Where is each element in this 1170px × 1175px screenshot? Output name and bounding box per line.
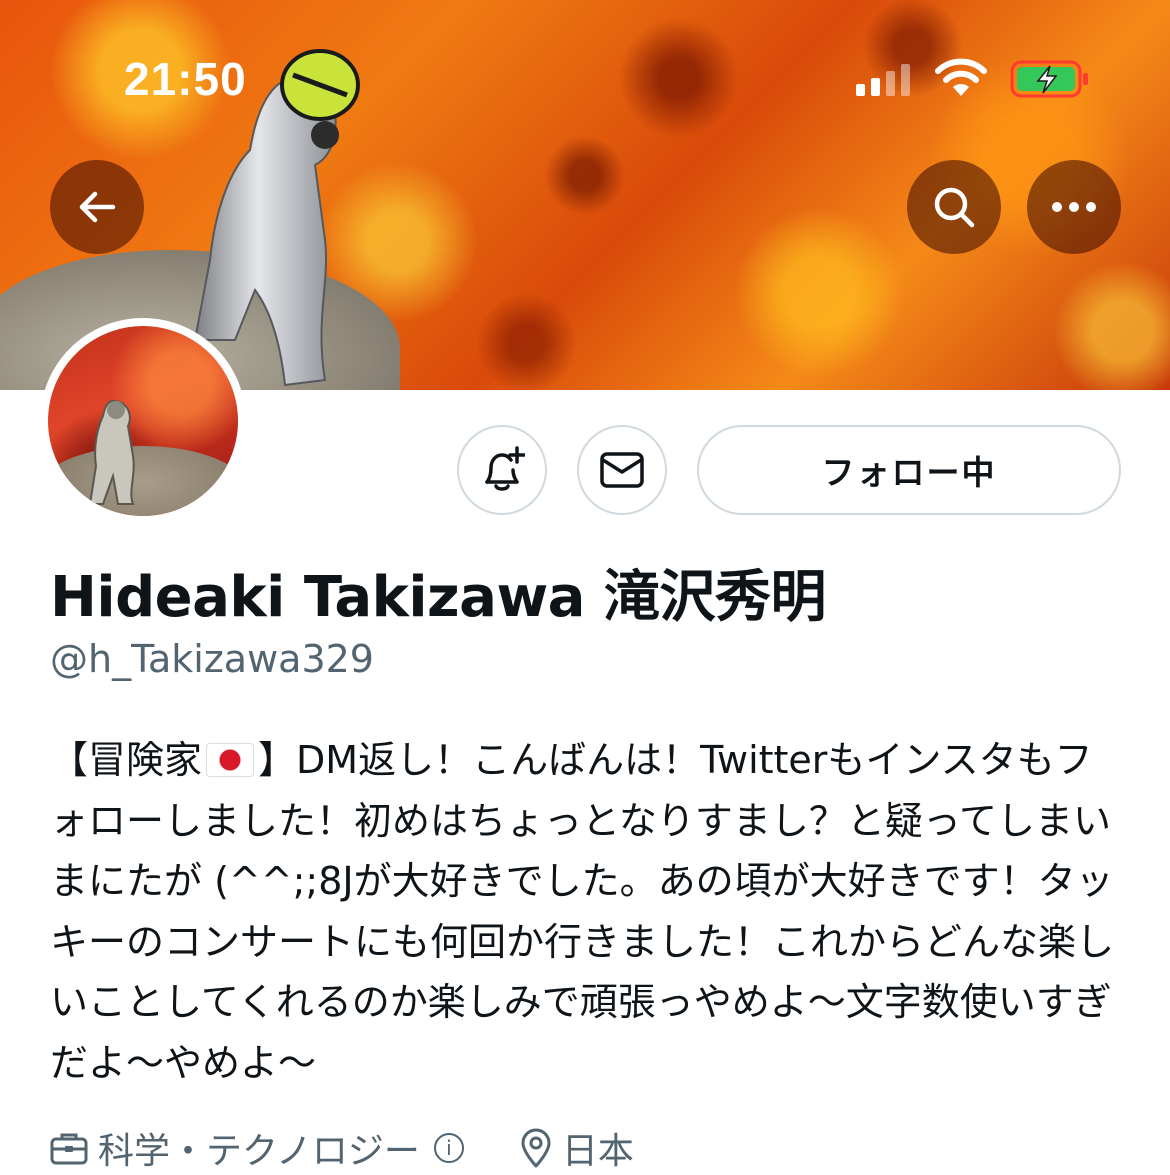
bio-text-rest: 】DM返し！こんばんは！Twitterもインスタもフォローしました！初めはちょっ… [50, 738, 1115, 1085]
category-item: 科学・テクノロジー i [50, 1122, 464, 1174]
status-bar: 21:50 [0, 0, 1170, 150]
avatar-explorer-figure [88, 399, 135, 505]
wifi-icon [935, 58, 987, 96]
more-options-button[interactable] [1027, 160, 1121, 254]
location-pin-icon [521, 1128, 551, 1168]
direct-message-button[interactable] [577, 425, 667, 515]
avatar-image [48, 326, 238, 516]
profile-meta-row: 科学・テクノロジー i 日本 [50, 1122, 634, 1174]
notifications-button[interactable] [457, 425, 547, 515]
category-label: 科学・テクノロジー [98, 1131, 420, 1172]
info-icon[interactable]: i [433, 1133, 464, 1163]
location-label: 日本 [561, 1131, 634, 1172]
following-button[interactable]: フォロー中 [697, 425, 1121, 515]
japan-flag-icon [206, 743, 255, 777]
status-time: 21:50 [124, 53, 247, 105]
location-item: 日本 [520, 1122, 634, 1174]
profile-bio: 【冒険家 】DM返し！こんばんは！Twitterもインスタもフォローしました！初め… [50, 730, 1120, 1093]
bell-plus-icon [485, 446, 525, 491]
more-horizontal-icon [1052, 202, 1096, 212]
back-button[interactable] [50, 160, 144, 254]
profile-avatar[interactable] [40, 318, 246, 524]
user-handle: @h_Takizawa329 [50, 637, 374, 681]
cellular-signal-icon [856, 64, 910, 96]
briefcase-icon [50, 1133, 88, 1165]
mail-icon [600, 452, 644, 488]
search-icon [934, 187, 975, 228]
battery-charging-icon [1010, 60, 1088, 98]
arrow-left-icon [79, 191, 116, 223]
search-button[interactable] [907, 160, 1001, 254]
bio-text-start: 【冒険家 [50, 738, 203, 782]
display-name: Hideaki Takizawa 滝沢秀明 [50, 565, 826, 630]
